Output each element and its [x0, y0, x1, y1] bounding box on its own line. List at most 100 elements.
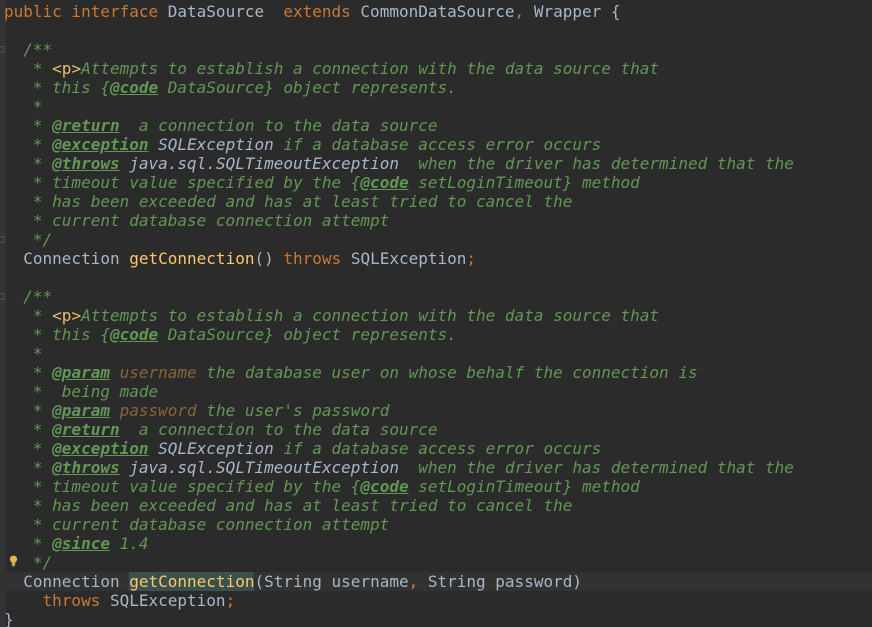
code-line[interactable]: * — [0, 97, 872, 116]
code-line[interactable]: * has been exceeded and has at least tri… — [0, 496, 872, 515]
code-token: a connection to the data source — [119, 420, 438, 439]
code-line[interactable]: * has been exceeded and has at least tri… — [0, 192, 872, 211]
code-line[interactable]: * @exception SQLException if a database … — [0, 135, 872, 154]
code-line[interactable]: * @return a connection to the data sourc… — [0, 116, 872, 135]
code-line-text[interactable]: Connection getConnection(String username… — [4, 572, 582, 591]
code-token: SQLException — [350, 249, 467, 268]
code-token: public interface — [4, 2, 168, 21]
code-token: /** — [4, 40, 53, 59]
code-line[interactable]: /** — [0, 40, 872, 59]
code-line-text[interactable]: * this {@code DataSource} object represe… — [4, 78, 457, 97]
code-token: password — [109, 401, 197, 420]
fold-marker-icon[interactable] — [0, 293, 4, 300]
code-token: when the driver has determined that the — [398, 154, 794, 173]
code-line-text[interactable]: * this {@code DataSource} object represe… — [4, 325, 457, 344]
code-line[interactable]: * @return a connection to the data sourc… — [0, 420, 872, 439]
code-token: * — [4, 534, 53, 553]
code-line[interactable]: * current database connection attempt — [0, 515, 872, 534]
code-line[interactable]: * <p>Attempts to establish a connection … — [0, 59, 872, 78]
code-token: @exception — [52, 439, 149, 458]
code-line[interactable]: Connection getConnection() throws SQLExc… — [0, 249, 872, 268]
code-token: * — [4, 401, 53, 420]
code-line-text[interactable]: Connection getConnection() throws SQLExc… — [4, 249, 476, 268]
code-token: /** — [4, 287, 53, 306]
code-line[interactable]: * <p>Attempts to establish a connection … — [0, 306, 872, 325]
code-line-text[interactable]: * being made — [4, 382, 158, 401]
code-line[interactable]: * timeout value specified by the {@code … — [0, 173, 872, 192]
code-line-text[interactable]: * @exception SQLException if a database … — [4, 439, 601, 458]
lightbulb-icon[interactable] — [9, 555, 18, 567]
code-line-text[interactable]: */ — [4, 230, 52, 249]
code-token: <p> — [52, 306, 82, 325]
code-line[interactable]: * timeout value specified by the {@code … — [0, 477, 872, 496]
code-line-text[interactable]: * @return a connection to the data sourc… — [4, 420, 438, 439]
code-line[interactable]: Connection getConnection(String username… — [0, 572, 872, 591]
code-line[interactable]: } — [0, 610, 872, 627]
code-token: the user's password — [196, 401, 390, 420]
code-line-text[interactable]: } — [4, 610, 14, 627]
code-line-text[interactable]: * — [4, 344, 43, 363]
code-token: */ — [4, 230, 53, 249]
code-line[interactable]: public interface DataSource extends Comm… — [0, 2, 872, 21]
code-token: @code — [109, 78, 159, 97]
code-line-text[interactable]: /** — [4, 40, 52, 59]
code-line[interactable]: */ — [0, 230, 872, 249]
code-token: throws — [42, 591, 110, 610]
code-line-text[interactable]: * <p>Attempts to establish a connection … — [4, 306, 659, 325]
code-line-text[interactable]: * has been exceeded and has at least tri… — [4, 192, 572, 211]
code-line-text[interactable]: * current database connection attempt — [4, 211, 389, 230]
code-token: DataSource — [167, 2, 284, 21]
fold-marker-icon[interactable] — [0, 236, 4, 243]
code-token: @since — [52, 534, 110, 553]
fold-marker-icon[interactable] — [0, 46, 4, 53]
code-line[interactable]: * being made — [0, 382, 872, 401]
code-line-text[interactable]: throws SQLException; — [4, 591, 236, 610]
code-line[interactable] — [0, 21, 872, 40]
code-line[interactable]: * this {@code DataSource} object represe… — [0, 78, 872, 97]
code-line-text[interactable]: * @return a connection to the data sourc… — [4, 116, 438, 135]
code-line-text[interactable]: * — [4, 97, 43, 116]
code-line[interactable]: */ — [0, 553, 872, 572]
code-line-text[interactable]: * @since 1.4 — [4, 534, 149, 553]
code-line[interactable]: * @param username the database user on w… — [0, 363, 872, 382]
code-token: * being made — [4, 382, 159, 401]
code-token: DataSource} object represents. — [158, 325, 457, 344]
code-line[interactable]: * — [0, 344, 872, 363]
code-line[interactable] — [0, 268, 872, 287]
code-line[interactable]: throws SQLException; — [0, 591, 872, 610]
code-line-text[interactable]: * @param password the user's password — [4, 401, 389, 420]
code-line[interactable]: * @param password the user's password — [0, 401, 872, 420]
code-token: Connection — [4, 572, 130, 591]
code-token: if a database access error occurs — [273, 135, 602, 154]
code-line[interactable]: * @exception SQLException if a database … — [0, 439, 872, 458]
code-line[interactable]: * @throws java.sql.SQLTimeoutException w… — [0, 458, 872, 477]
code-token: setLoginTimeout} method — [408, 173, 640, 192]
code-line-text[interactable]: /** — [4, 287, 52, 306]
code-line-text[interactable]: public interface DataSource extends Comm… — [4, 2, 621, 21]
code-line[interactable]: * @since 1.4 — [0, 534, 872, 553]
code-line-text[interactable]: * @exception SQLException if a database … — [4, 135, 601, 154]
code-editor[interactable]: public interface DataSource extends Comm… — [0, 0, 872, 627]
code-token: * — [4, 154, 53, 173]
code-token: * current database connection attempt — [4, 515, 390, 534]
code-token: @exception — [52, 135, 149, 154]
code-token: , — [408, 572, 428, 591]
code-line-text[interactable]: * @throws java.sql.SQLTimeoutException w… — [4, 154, 794, 173]
code-token: SQLException — [109, 591, 226, 610]
code-token: , — [514, 2, 534, 21]
code-line[interactable]: * @throws java.sql.SQLTimeoutException w… — [0, 154, 872, 173]
code-token: * has been exceeded and has at least tri… — [4, 192, 573, 211]
code-token: * current database connection attempt — [4, 211, 390, 230]
code-line-text[interactable]: * <p>Attempts to establish a connection … — [4, 59, 659, 78]
code-line-text[interactable]: * @throws java.sql.SQLTimeoutException w… — [4, 458, 794, 477]
code-line[interactable]: * this {@code DataSource} object represe… — [0, 325, 872, 344]
code-token: a connection to the data source — [119, 116, 438, 135]
code-line-text[interactable]: * timeout value specified by the {@code … — [4, 173, 640, 192]
code-line-text[interactable]: * current database connection attempt — [4, 515, 389, 534]
code-line[interactable]: * current database connection attempt — [0, 211, 872, 230]
code-line-text[interactable]: * has been exceeded and has at least tri… — [4, 496, 572, 515]
code-line[interactable]: /** — [0, 287, 872, 306]
code-line-text[interactable]: * @param username the database user on w… — [4, 363, 698, 382]
code-line-text[interactable]: * timeout value specified by the {@code … — [4, 477, 640, 496]
